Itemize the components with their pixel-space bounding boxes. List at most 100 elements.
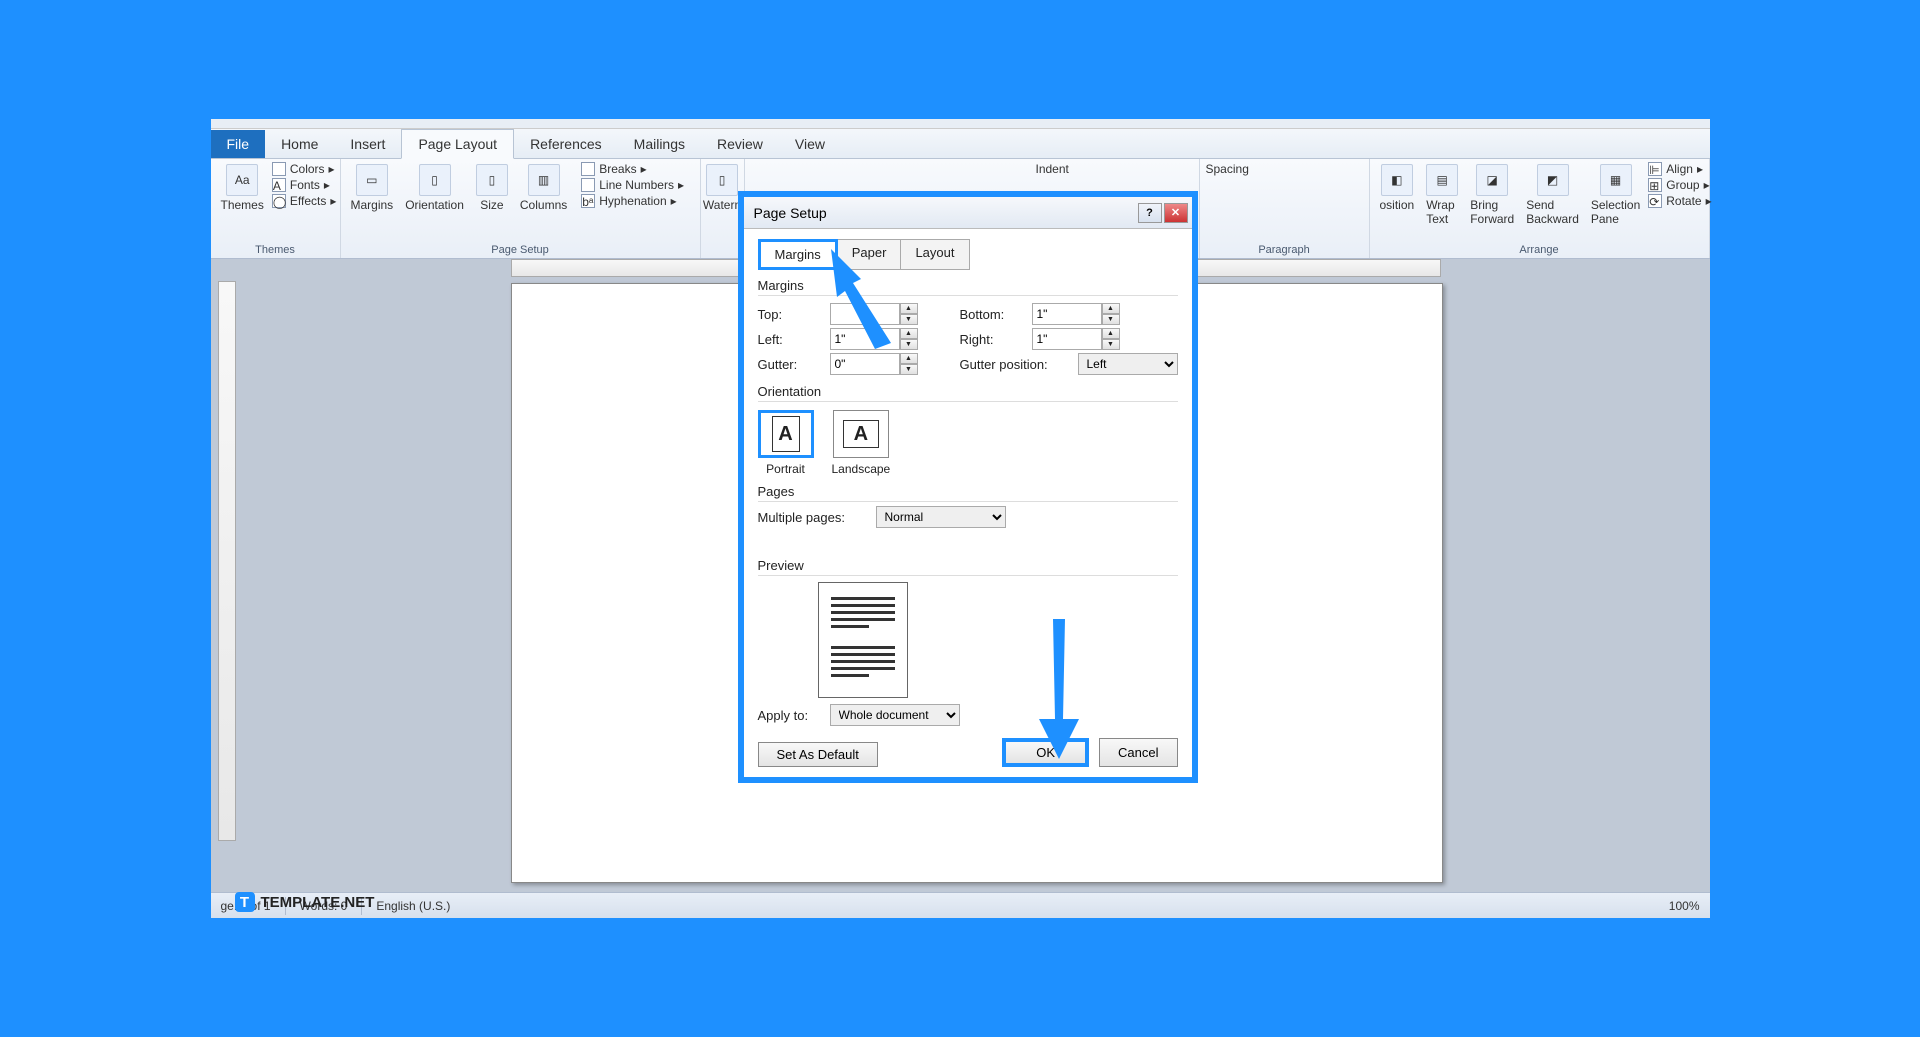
tab-references[interactable]: References: [514, 130, 618, 158]
rotate-button[interactable]: ⟳Rotate ▸: [1648, 194, 1711, 208]
group-page-setup: ▭Margins ▯ Orientation ▯ Size ▥ Columns Bre…: [341, 159, 701, 258]
group-arrange: ◧ osition ▤Wrap Text ◪Bring Forward ◩Send…: [1370, 159, 1710, 258]
fonts-label: Fonts: [290, 178, 320, 192]
apply-to-label: Apply to:: [758, 708, 822, 723]
position-button[interactable]: ◧ osition: [1376, 162, 1419, 214]
dialog-tab-margins[interactable]: Margins: [758, 239, 838, 270]
size-button[interactable]: ▯ Size: [472, 162, 512, 214]
help-button[interactable]: ?: [1138, 203, 1162, 223]
top-label: Top:: [758, 307, 822, 322]
fonts-button[interactable]: AFonts ▸: [272, 178, 337, 192]
size-label: Size: [480, 198, 503, 212]
group-objects-button[interactable]: ⊞Group ▸: [1648, 178, 1711, 192]
right-spinner[interactable]: ▲▼: [1032, 328, 1132, 350]
hyphenation-button[interactable]: bᵃHyphenation ▸: [581, 194, 684, 208]
wrap-label: Wrap Text: [1426, 198, 1458, 226]
align-button[interactable]: ⊫Align ▸: [1648, 162, 1711, 176]
forward-label: Bring Forward: [1470, 198, 1514, 226]
line-numbers-button[interactable]: Line Numbers ▸: [581, 178, 684, 192]
columns-button[interactable]: ▥ Columns: [516, 162, 571, 214]
colors-icon: [272, 162, 286, 176]
group-label: Group: [1666, 178, 1699, 192]
cancel-button[interactable]: Cancel: [1099, 738, 1177, 767]
breaks-label: Breaks: [599, 162, 636, 176]
orientation-icon: ▯: [419, 164, 451, 196]
right-input[interactable]: [1032, 328, 1102, 350]
dialog-footer: Set As Default OK Cancel: [758, 738, 1178, 767]
page-setup-options: Breaks ▸ Line Numbers ▸ bᵃHyphenation ▸: [581, 162, 684, 208]
multiple-pages-select[interactable]: Normal: [876, 506, 1006, 528]
size-icon: ▯: [476, 164, 508, 196]
watermark-button[interactable]: ▯Watern: [707, 162, 738, 214]
bottom-input[interactable]: [1032, 303, 1102, 325]
tab-view[interactable]: View: [779, 130, 841, 158]
tab-insert[interactable]: Insert: [334, 130, 401, 158]
forward-icon: ◪: [1476, 164, 1508, 196]
orientation-button[interactable]: ▯ Orientation: [401, 162, 468, 214]
set-default-button[interactable]: Set As Default: [758, 742, 878, 767]
vertical-ruler[interactable]: [218, 281, 236, 841]
dialog-titlebar[interactable]: Page Setup ? ✕: [744, 197, 1192, 229]
page-setup-dialog: Page Setup ? ✕ Margins Paper Layout Marg…: [738, 191, 1198, 783]
effects-button[interactable]: ◯Effects ▸: [272, 194, 337, 208]
themes-icon: Aa: [226, 164, 258, 196]
up-icon[interactable]: ▲: [1102, 328, 1120, 339]
template-net-watermark: T TEMPLATE.NET: [235, 892, 375, 912]
orientation-label: Orientation: [405, 198, 464, 212]
tab-home[interactable]: Home: [265, 130, 334, 158]
tab-review[interactable]: Review: [701, 130, 779, 158]
group-spacing: Spacing Paragraph: [1200, 159, 1370, 258]
down-icon[interactable]: ▼: [1102, 339, 1120, 350]
margins-label: Margins: [351, 198, 394, 212]
ribbon-tabs: File Home Insert Page Layout References …: [211, 129, 1710, 159]
close-button[interactable]: ✕: [1164, 203, 1188, 223]
columns-icon: ▥: [528, 164, 560, 196]
forward-button[interactable]: ◪Bring Forward: [1466, 162, 1518, 228]
landscape-option[interactable]: ALandscape: [832, 410, 891, 476]
status-bar: ge: 1 of 1 Words: 0 English (U.S.) 100%: [211, 892, 1710, 918]
hyphenation-label: Hyphenation: [599, 194, 666, 208]
group-icon: ⊞: [1648, 178, 1662, 192]
tab-page-layout[interactable]: Page Layout: [401, 129, 514, 159]
position-icon: ◧: [1381, 164, 1413, 196]
word-window: File Home Insert Page Layout References …: [209, 117, 1712, 920]
effects-icon: ◯: [272, 194, 286, 208]
bottom-spinner[interactable]: ▲▼: [1032, 303, 1132, 325]
watermark-icon: ▯: [706, 164, 738, 196]
gutter-label: Gutter:: [758, 357, 822, 372]
down-icon[interactable]: ▼: [1102, 314, 1120, 325]
colors-button[interactable]: Colors ▸: [272, 162, 337, 176]
tab-mailings[interactable]: Mailings: [618, 130, 701, 158]
group-themes-title: Themes: [217, 242, 334, 256]
template-logo-icon: T: [235, 892, 255, 912]
columns-label: Columns: [520, 198, 567, 212]
position-label: osition: [1380, 198, 1415, 212]
bottom-label: Bottom:: [960, 307, 1024, 322]
up-icon[interactable]: ▲: [1102, 303, 1120, 314]
arrange-options: ⊫Align ▸ ⊞Group ▸ ⟳Rotate ▸: [1648, 162, 1711, 208]
status-zoom[interactable]: 100%: [1669, 899, 1700, 913]
gutter-pos-select[interactable]: Left: [1078, 353, 1178, 375]
wrap-button[interactable]: ▤Wrap Text: [1422, 162, 1462, 228]
apply-to-select[interactable]: Whole document: [830, 704, 960, 726]
watermark-text: TEMPLATE: [261, 894, 341, 911]
spacing-label: Spacing: [1206, 162, 1363, 176]
section-margins-label: Margins: [758, 278, 1178, 296]
themes-button[interactable]: AaThemes: [217, 162, 268, 214]
selection-button[interactable]: ▦Selection Pane: [1587, 162, 1644, 228]
gutter-pos-label: Gutter position:: [960, 357, 1070, 372]
portrait-option[interactable]: APortrait: [758, 410, 814, 476]
dialog-title-buttons: ? ✕: [1138, 203, 1188, 223]
multiple-pages-label: Multiple pages:: [758, 510, 868, 525]
theme-options: Colors ▸ AFonts ▸ ◯Effects ▸: [272, 162, 337, 208]
tab-file[interactable]: File: [211, 130, 266, 158]
status-language[interactable]: English (U.S.): [376, 899, 450, 913]
selection-label: Selection Pane: [1591, 198, 1640, 226]
backward-button[interactable]: ◩Send Backward: [1522, 162, 1583, 228]
margins-button[interactable]: ▭Margins: [347, 162, 398, 214]
effects-label: Effects: [290, 194, 326, 208]
line-numbers-label: Line Numbers: [599, 178, 674, 192]
watermark-suffix: .NET: [340, 894, 374, 911]
landscape-label: Landscape: [832, 462, 891, 476]
breaks-button[interactable]: Breaks ▸: [581, 162, 684, 176]
